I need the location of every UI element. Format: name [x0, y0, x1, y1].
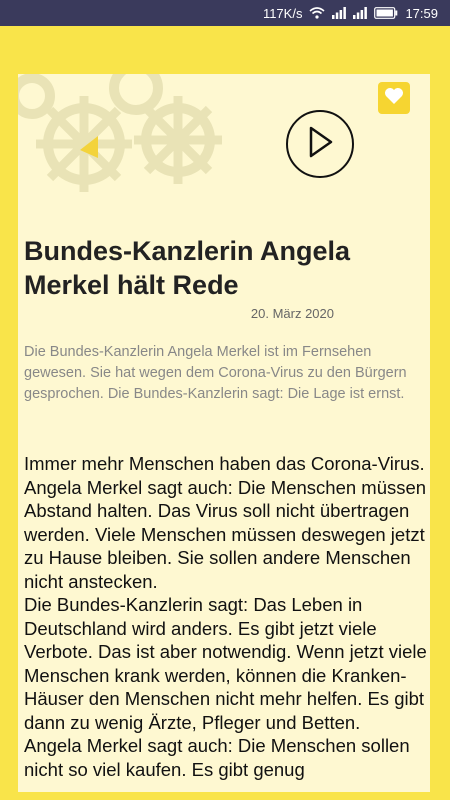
article-paragraph: Angela Merkel sagt auch: Die Menschen so… — [24, 735, 410, 780]
status-bar: 117K/s 17:59 — [0, 0, 450, 26]
article-summary: Die Bundes-Kanzlerin Angela Merkel ist i… — [24, 344, 407, 402]
article-title: Bundes-Kanzlerin Angela Merkel hält Rede — [24, 236, 351, 300]
article-paragraph: Immer mehr Menschen haben das Corona-Vir… — [24, 453, 427, 592]
article-body: Immer mehr Menschen haben das Corona-Vir… — [24, 452, 428, 781]
article-paragraph: Die Bundes-Kanzlerin sagt: Das Leben in … — [24, 594, 427, 733]
favorite-button[interactable] — [378, 82, 410, 114]
clock: 17:59 — [405, 5, 438, 21]
signal-icon — [332, 7, 347, 19]
battery-icon — [374, 7, 398, 19]
wifi-icon — [309, 7, 325, 19]
app-frame: Bundes-Kanzlerin Angela Merkel hält Rede… — [0, 26, 450, 800]
signal-icon — [353, 7, 368, 19]
article-date: 20. März 2020 — [250, 306, 334, 321]
gears-illustration — [18, 74, 238, 224]
play-button[interactable] — [286, 110, 354, 178]
play-icon — [305, 125, 335, 164]
network-speed: 117K/s — [262, 5, 303, 21]
heart-icon — [384, 87, 404, 110]
article-card: Bundes-Kanzlerin Angela Merkel hält Rede… — [18, 74, 430, 792]
